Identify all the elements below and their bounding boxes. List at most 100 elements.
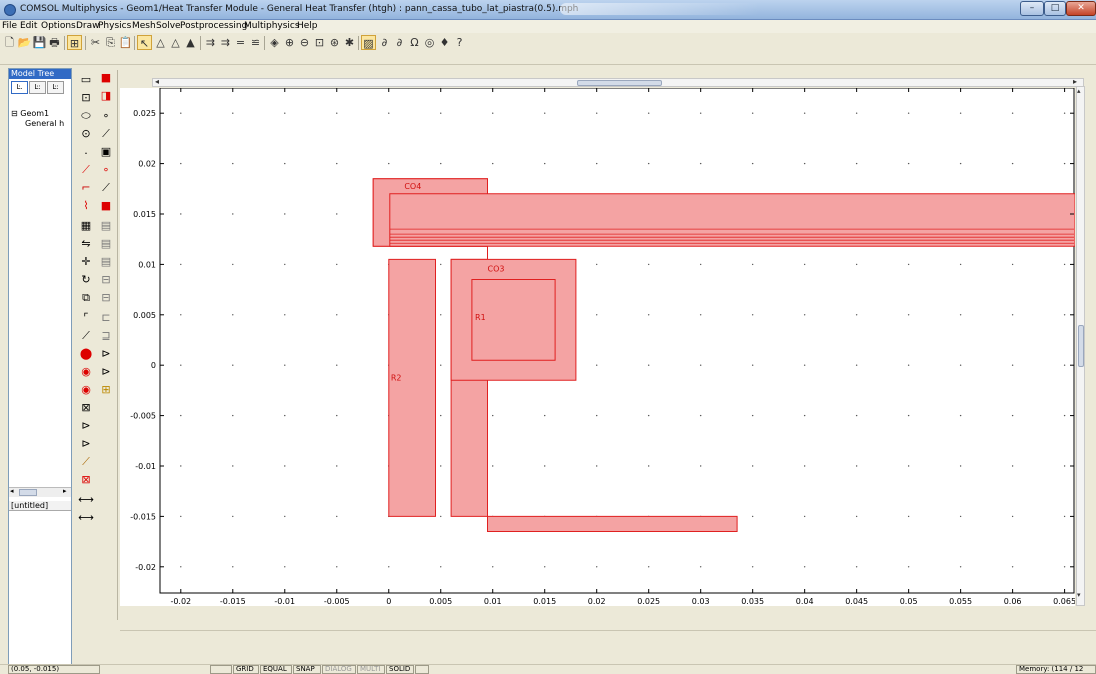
- polyline-icon[interactable]: ⌐: [78, 180, 94, 196]
- tab-model-tree-view-1[interactable]: Ŀ.: [11, 81, 28, 94]
- mirror-icon[interactable]: ⇋: [78, 236, 94, 252]
- tab-model-tree-view-2[interactable]: Ŀ:: [29, 81, 46, 94]
- equation-system-icon[interactable]: ≌: [248, 35, 263, 50]
- ruler-icon[interactable]: ⊞: [98, 382, 114, 398]
- cut-icon[interactable]: ✂: [88, 35, 103, 50]
- subdomain-settings-icon[interactable]: ∂: [377, 35, 392, 50]
- plot-icon[interactable]: ▨: [361, 35, 376, 50]
- array-icon[interactable]: ▦: [78, 218, 94, 234]
- mesh-icon[interactable]: ◈: [267, 35, 282, 50]
- split-icon[interactable]: ⊟: [98, 272, 114, 288]
- coerce-curve-icon[interactable]: ⊳: [98, 364, 114, 380]
- model-tree-horizontal-scrollbar[interactable]: ◂ ▸: [9, 487, 71, 497]
- scroll-left-icon[interactable]: ◂: [155, 77, 159, 86]
- boundary-mode-icon[interactable]: ⇉: [203, 35, 218, 50]
- copy-icon[interactable]: ⎘: [103, 35, 118, 50]
- omega-icon[interactable]: Ω: [407, 35, 422, 50]
- select-pointer-icon[interactable]: ↖: [137, 35, 152, 50]
- dot-icon[interactable]: ·: [78, 146, 94, 162]
- scale-icon[interactable]: ⧉: [78, 290, 94, 306]
- bezier-icon[interactable]: ⟋: [98, 180, 114, 196]
- new-file-icon[interactable]: 🗋: [2, 35, 17, 50]
- square-corner-icon[interactable]: ◨: [98, 88, 114, 104]
- zoom-out-icon[interactable]: ⊖: [297, 35, 312, 50]
- maximize-button[interactable]: □: [1044, 1, 1066, 16]
- edge-mode-icon[interactable]: ⇉: [218, 35, 233, 50]
- move-icon[interactable]: ✛: [78, 254, 94, 270]
- geometry-plot[interactable]: CO4 CO3 R1 R2 -0.02 -0.015 -0.01 -0.005 0 0.005 0.…: [120, 87, 1076, 606]
- menu-help[interactable]: Help: [297, 21, 318, 31]
- boundary-settings-icon[interactable]: ∂: [392, 35, 407, 50]
- delete-interior-icon[interactable]: ⊳: [78, 436, 94, 452]
- menu-multiphysics[interactable]: Multiphysics: [244, 21, 300, 31]
- fillet-icon[interactable]: ⌜: [78, 310, 94, 326]
- close-button[interactable]: ✕: [1066, 1, 1096, 16]
- geometry-canvas[interactable]: CO4 CO3 R1 R2 -0.02 -0.015 -0.01 -0.005 0 0.005 0.…: [120, 87, 1076, 606]
- scroll-up-icon[interactable]: ▴: [1077, 87, 1081, 95]
- point-mode-icon[interactable]: △: [168, 35, 183, 50]
- ellipse-icon[interactable]: ⬭: [78, 108, 94, 124]
- minimize-button[interactable]: –: [1020, 1, 1044, 16]
- red-rectangle-icon[interactable]: ■: [98, 70, 114, 86]
- paste-icon[interactable]: 📋: [118, 35, 133, 50]
- menu-mesh[interactable]: Mesh: [132, 21, 156, 31]
- split-all-icon[interactable]: ⊟: [98, 290, 114, 306]
- vertical-scroll-thumb[interactable]: [1078, 325, 1084, 367]
- subdomain-mode-icon[interactable]: ▲: [183, 35, 198, 50]
- point-red-icon[interactable]: ∘: [98, 162, 114, 178]
- brush-icon[interactable]: ⟋: [78, 454, 94, 470]
- grid-dense-icon[interactable]: ▤: [98, 254, 114, 270]
- menu-postprocessing[interactable]: Postprocessing: [180, 21, 247, 31]
- split-object-icon[interactable]: ⊳: [78, 418, 94, 434]
- scroll-left-icon[interactable]: ◂: [10, 487, 14, 495]
- circle-icon[interactable]: ⊙: [78, 126, 94, 142]
- delete-icon[interactable]: ⊠: [78, 472, 94, 488]
- filled-square-icon[interactable]: ■: [98, 198, 114, 214]
- rectangle-icon[interactable]: ▭: [78, 72, 94, 88]
- open-file-icon[interactable]: 📂: [17, 35, 32, 50]
- intersection-icon[interactable]: ◉: [78, 364, 94, 380]
- save-icon[interactable]: 💾: [32, 35, 47, 50]
- draw-mode-icon[interactable]: △: [153, 35, 168, 50]
- zoom-extents-icon[interactable]: ⊛: [327, 35, 342, 50]
- menu-options[interactable]: Options: [41, 21, 76, 31]
- print-icon[interactable]: 🖶: [47, 35, 62, 50]
- square-icon[interactable]: ⊡: [78, 90, 94, 106]
- grid-fine-icon[interactable]: ▤: [98, 236, 114, 252]
- measure-icon[interactable]: ⊒: [98, 328, 114, 344]
- curve-icon[interactable]: ⌇: [78, 198, 94, 214]
- line-segment-icon[interactable]: ⟋: [98, 126, 114, 142]
- zoom-in-icon[interactable]: ⊕: [282, 35, 297, 50]
- help-icon[interactable]: ?: [452, 35, 467, 50]
- dimension-horizontal-icon[interactable]: ⟷: [78, 492, 94, 508]
- menu-physics[interactable]: Physics: [98, 21, 131, 31]
- dimension-vertical-icon[interactable]: ⟷: [78, 510, 94, 526]
- line-icon[interactable]: ⟋: [78, 162, 94, 178]
- scroll-right-icon[interactable]: ▸: [63, 487, 67, 495]
- square-solid-icon[interactable]: ▣: [98, 144, 114, 160]
- canvas-vertical-scrollbar[interactable]: ▴ ▾: [1076, 86, 1085, 606]
- menu-draw[interactable]: Draw: [76, 21, 100, 31]
- coerce-solid-icon[interactable]: ⊳: [98, 346, 114, 362]
- zoom-window-icon[interactable]: ⊡: [312, 35, 327, 50]
- tangent-icon[interactable]: ⟋: [78, 328, 94, 344]
- horizontal-scroll-thumb[interactable]: [577, 80, 662, 86]
- menu-solve[interactable]: Solve: [156, 21, 181, 31]
- point-icon[interactable]: ∘: [98, 108, 114, 124]
- rotate-icon[interactable]: ↻: [78, 272, 94, 288]
- tree-node-general-heat-transfer[interactable]: General h: [11, 119, 64, 128]
- coerce-icon[interactable]: ⊏: [98, 310, 114, 326]
- tree-node-geom1[interactable]: ⊟ Geom1: [11, 109, 64, 118]
- scroll-thumb[interactable]: [19, 489, 37, 496]
- difference-icon[interactable]: ◉: [78, 382, 94, 398]
- canvas-horizontal-scrollbar[interactable]: ◂ ▸: [152, 77, 1084, 87]
- equation-icon[interactable]: =: [233, 35, 248, 50]
- scroll-down-icon[interactable]: ▾: [1077, 591, 1081, 599]
- union-icon[interactable]: ⬤: [78, 346, 94, 362]
- menu-edit[interactable]: Edit: [20, 21, 37, 31]
- multiphysics-icon[interactable]: ♦: [437, 35, 452, 50]
- solve-icon[interactable]: ✱: [342, 35, 357, 50]
- grid-coarse-icon[interactable]: ▤: [98, 218, 114, 234]
- menu-file[interactable]: File: [2, 21, 17, 31]
- scroll-right-icon[interactable]: ▸: [1073, 77, 1077, 86]
